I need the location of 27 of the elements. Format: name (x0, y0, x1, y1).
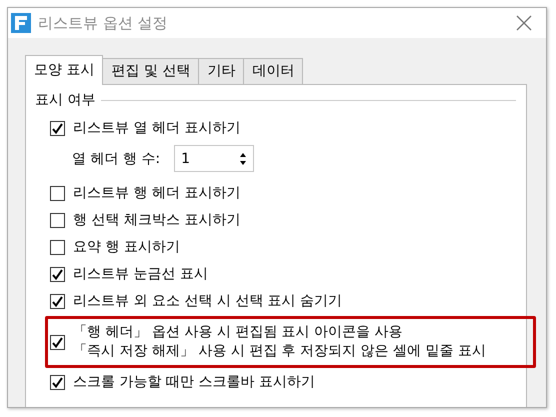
checkbox[interactable] (50, 213, 65, 228)
spin-arrows-icon[interactable] (239, 152, 248, 166)
checkbox[interactable] (50, 121, 65, 136)
tab[interactable]: 데이터 (243, 58, 304, 84)
checkbox-label: 요약 행 표시하기 (73, 238, 180, 257)
checkbox-label: 「행 헤더」 옵션 사용 시 편집됨 표시 아이콘을 사용 「즉시 저장 해제」 사용 시 편집 후 저장되지 않은 셀에 밑줄 표시 (73, 323, 486, 361)
close-icon[interactable] (516, 15, 532, 31)
checkbox-label: 리스트뷰 눈금선 표시 (73, 265, 208, 284)
checkbox[interactable] (50, 334, 65, 350)
checkbox[interactable] (50, 294, 65, 309)
group-title: 표시 여부 (35, 91, 96, 109)
checkbox-label: 리스트뷰 열 헤더 표시하기 (73, 119, 240, 138)
checkbox[interactable] (50, 267, 65, 282)
window-title: 리스트뷰 옵션 설정 (38, 14, 169, 32)
checkbox-label: 스크롤 가능할 때만 스크롤바 표시하기 (73, 373, 315, 392)
checkbox[interactable] (50, 186, 65, 201)
checkbox[interactable] (50, 375, 65, 390)
number-spinner[interactable]: 1 (174, 145, 254, 172)
tab[interactable]: 편집 및 선택 (102, 58, 200, 84)
spinner-label: 열 헤더 행 수: (72, 150, 160, 168)
checkbox-label: 리스트뷰 행 헤더 표시하기 (73, 184, 240, 203)
checkbox-label: 리스트뷰 외 요소 선택 시 선택 표시 숨기기 (73, 292, 342, 311)
tab[interactable]: 모양 표시 (25, 55, 104, 85)
checkbox-label: 행 선택 체크박스 표시하기 (73, 211, 240, 230)
checkbox[interactable] (50, 240, 65, 255)
app-logo-icon (11, 13, 31, 33)
tab[interactable]: 기타 (198, 58, 244, 84)
